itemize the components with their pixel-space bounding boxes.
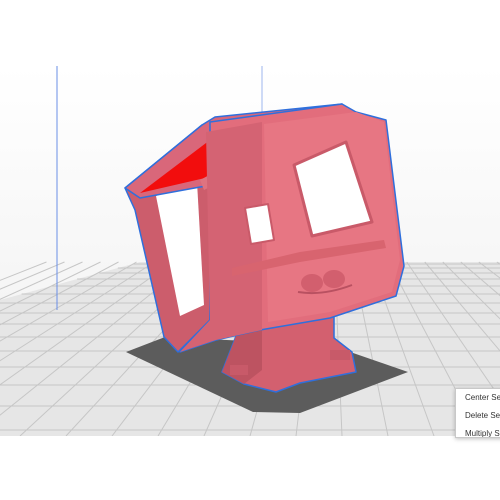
context-menu: Center Selected Delete Selected Multiply… bbox=[455, 388, 500, 438]
front-window-small bbox=[244, 203, 275, 245]
slicer-window: Center Selected Delete Selected Multiply… bbox=[0, 0, 500, 500]
button-bump-left bbox=[301, 274, 323, 292]
mount-foot-left bbox=[230, 365, 248, 375]
menu-item-multiply-selected[interactable]: Multiply Selected bbox=[456, 425, 500, 437]
menu-item-center-selected[interactable]: Center Selected bbox=[456, 389, 500, 407]
mount-foot-right bbox=[330, 350, 350, 360]
button-bump-right bbox=[323, 270, 345, 288]
menu-item-delete-selected[interactable]: Delete Selected bbox=[456, 407, 500, 425]
3d-viewport[interactable] bbox=[0, 66, 500, 436]
scene-canvas[interactable] bbox=[0, 66, 500, 436]
